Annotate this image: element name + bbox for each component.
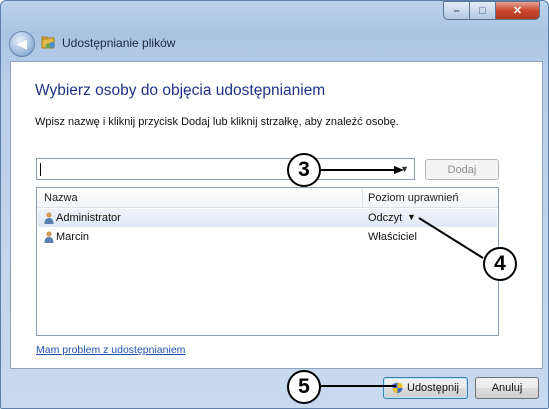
callout-4: 4 — [483, 247, 517, 281]
list-header: Nazwa Poziom uprawnień — [37, 188, 498, 208]
user-icon — [44, 212, 54, 224]
minimize-icon[interactable]: – — [443, 1, 470, 20]
user-icon — [44, 231, 54, 243]
dropdown-arrow-icon[interactable]: ▼ — [400, 164, 409, 174]
add-button[interactable]: Dodaj — [425, 159, 499, 180]
cancel-button[interactable]: Anuluj — [475, 377, 539, 399]
permission-level: Właściciel — [368, 231, 417, 243]
back-arrow-icon[interactable]: ◀ — [9, 31, 35, 57]
share-button-label: Udostępnij — [407, 382, 459, 394]
close-icon[interactable]: ✕ — [496, 1, 540, 20]
text-caret — [40, 163, 41, 176]
uac-shield-icon — [392, 382, 403, 394]
window-title: Udostępnianie plików — [62, 36, 176, 50]
user-name-combobox[interactable]: ▼ — [36, 158, 415, 180]
maximize-icon[interactable]: □ — [470, 1, 496, 20]
sharing-help-link[interactable]: Mam problem z udostępnianiem — [36, 344, 185, 356]
file-sharing-window: – □ ✕ ◀ Udostępnianie plików Wybierz oso… — [0, 0, 549, 409]
users-list: Nazwa Poziom uprawnień Administrator Odc… — [36, 187, 499, 336]
window-controls: – □ ✕ — [443, 1, 540, 21]
list-item[interactable]: Administrator Odczyt ▼ — [38, 209, 497, 227]
column-separator — [362, 188, 363, 208]
title-bar: – □ ✕ ◀ Udostępnianie plików — [1, 1, 548, 61]
callout-5: 5 — [287, 370, 321, 404]
page-title: Wybierz osoby do objęcia udostępnianiem — [35, 82, 326, 99]
callout-3: 3 — [287, 153, 321, 187]
file-sharing-icon — [41, 36, 55, 49]
instruction-text: Wpisz nazwę i kliknij przycisk Dodaj lub… — [35, 116, 399, 128]
column-header-permission[interactable]: Poziom uprawnień — [368, 192, 459, 204]
list-item[interactable]: Marcin Właściciel — [38, 228, 497, 246]
user-name: Administrator — [56, 212, 121, 224]
column-header-name[interactable]: Nazwa — [44, 192, 78, 204]
permission-level[interactable]: Odczyt — [368, 212, 402, 224]
permission-dropdown-icon[interactable]: ▼ — [407, 212, 416, 222]
user-name: Marcin — [56, 231, 90, 243]
share-button[interactable]: Udostępnij — [383, 377, 468, 399]
